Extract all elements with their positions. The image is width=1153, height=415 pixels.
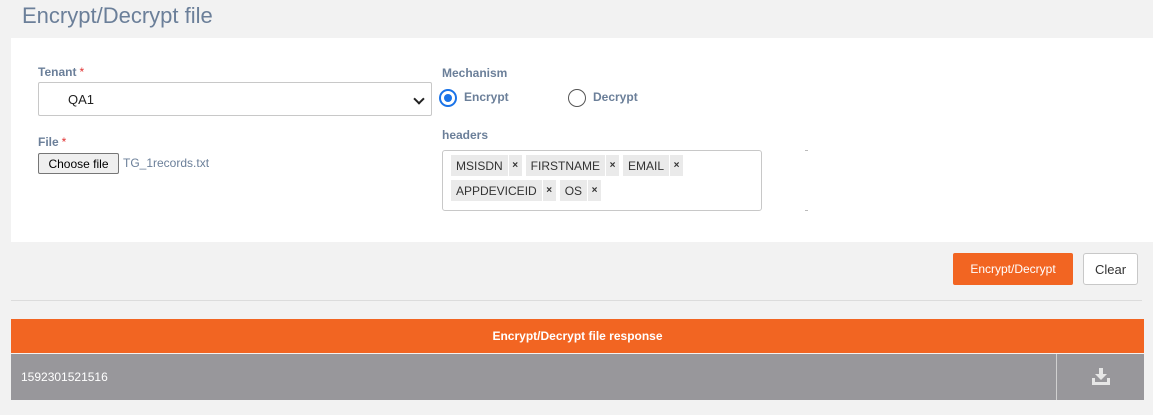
header-tag: APPDEVICEID × (451, 180, 556, 201)
header-tag: MSISDN × (451, 155, 522, 176)
header-tag-label: FIRSTNAME (530, 158, 601, 173)
header-tag: EMAIL × (623, 155, 684, 176)
form-card: Tenant * QA1 File * Choose file TG_1record… (11, 38, 1153, 242)
close-icon[interactable]: × (669, 155, 683, 176)
tenant-label: Tenant * (38, 65, 84, 79)
chevron-down-icon (413, 93, 425, 105)
close-icon[interactable]: × (587, 180, 601, 201)
section-divider (11, 300, 1142, 301)
close-icon[interactable]: × (605, 155, 619, 176)
mechanism-label: Mechanism (442, 66, 508, 80)
decorative-tick (805, 150, 808, 151)
required-mark: * (79, 65, 85, 79)
header-tag-label: EMAIL (628, 158, 665, 173)
header-tag: FIRSTNAME × (525, 155, 620, 176)
tenant-label-text: Tenant (38, 65, 77, 79)
required-mark: * (61, 135, 67, 149)
encrypt-decrypt-button[interactable]: Encrypt/Decrypt (953, 253, 1073, 285)
tenant-select-value: QA1 (68, 91, 95, 107)
decorative-tick (805, 210, 808, 211)
close-icon[interactable]: × (507, 155, 522, 176)
decrypt-radio-label[interactable]: Decrypt (593, 90, 638, 104)
decrypt-radio[interactable] (568, 89, 586, 107)
response-value: 1592301521516 (21, 370, 108, 384)
table-row: 1592301521516 (11, 354, 1144, 400)
tenant-select[interactable]: QA1 (38, 82, 432, 116)
close-icon[interactable]: × (541, 180, 556, 201)
headers-tag-input[interactable]: MSISDN × FIRSTNAME × EMAIL × APPDEVICEID… (442, 150, 762, 211)
header-tag: OS × (559, 180, 602, 201)
clear-button[interactable]: Clear (1083, 253, 1138, 285)
download-button[interactable] (1056, 354, 1144, 400)
header-tag-label: MSISDN (456, 158, 503, 173)
download-icon[interactable] (1091, 368, 1111, 386)
response-table-header: Encrypt/Decrypt file response (11, 319, 1144, 353)
headers-label: headers (442, 128, 489, 142)
file-label-text: File (38, 135, 59, 149)
page-title: Encrypt/Decrypt file (22, 3, 213, 28)
selected-file-name: TG_1records.txt (123, 156, 210, 170)
encrypt-radio[interactable] (439, 89, 457, 107)
file-label: File * (38, 135, 66, 149)
header-tag-label: OS (564, 183, 583, 198)
encrypt-radio-label[interactable]: Encrypt (464, 90, 509, 104)
choose-file-button[interactable]: Choose file (38, 153, 119, 174)
header-tag-label: APPDEVICEID (456, 183, 537, 198)
